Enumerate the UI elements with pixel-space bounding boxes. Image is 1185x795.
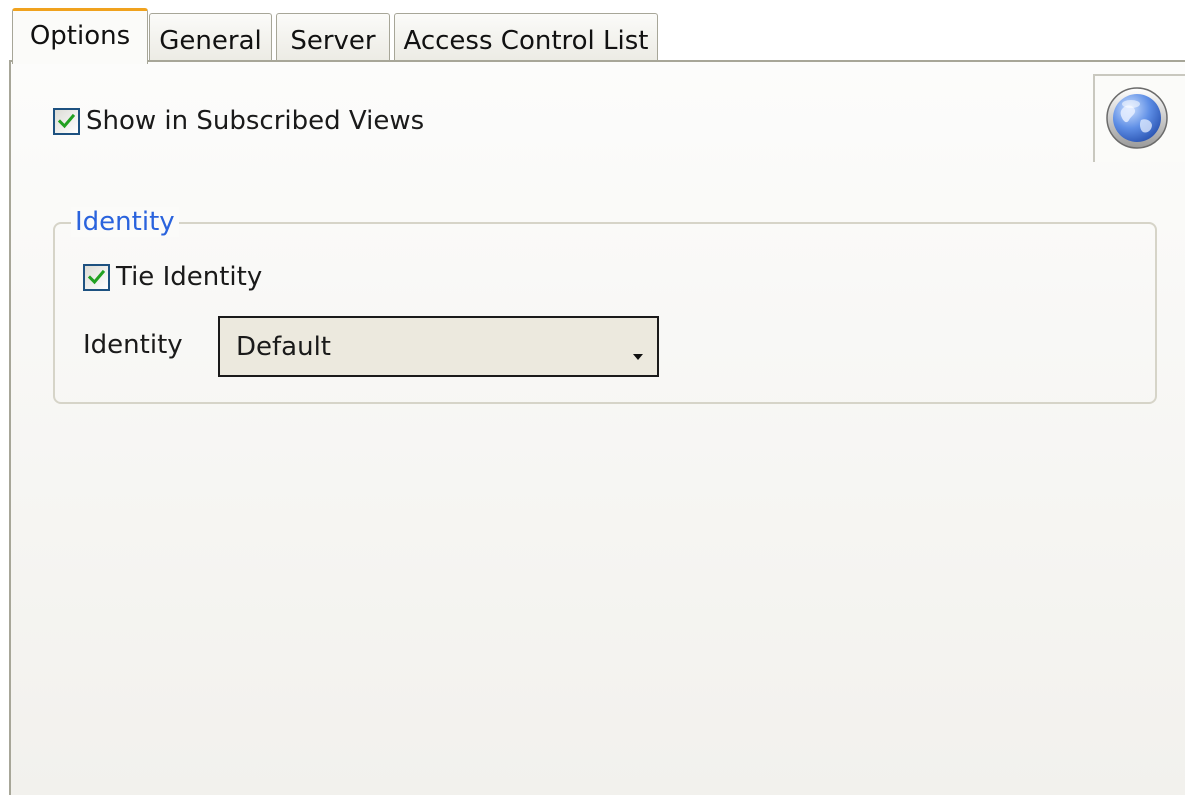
identity-group-title: Identity	[71, 207, 179, 237]
tie-identity-checkbox[interactable]: Tie Identity	[83, 262, 262, 292]
identity-select-value: Default	[236, 332, 331, 362]
tab-general[interactable]: General	[149, 13, 272, 61]
tab-strip: Options General Server Access Control Li…	[0, 0, 1185, 64]
show-in-subscribed-views-label: Show in Subscribed Views	[86, 106, 425, 136]
globe-icon-frame	[1093, 74, 1185, 162]
tab-server[interactable]: Server	[276, 13, 390, 61]
show-in-subscribed-views-checkbox[interactable]: Show in Subscribed Views	[53, 106, 424, 136]
checkbox-box[interactable]	[53, 107, 80, 135]
tab-options[interactable]: Options	[12, 8, 148, 64]
globe-icon	[1106, 87, 1168, 149]
tie-identity-label: Tie Identity	[116, 262, 263, 292]
check-mark-icon	[57, 113, 76, 128]
identity-field-label: Identity	[83, 330, 183, 360]
options-dialog: Options General Server Access Control Li…	[0, 0, 1185, 795]
tab-access-control-list[interactable]: Access Control List	[394, 13, 658, 61]
check-mark-icon	[87, 269, 106, 284]
options-panel: Show in Subscribed Views Identity Tie Id…	[9, 60, 1185, 795]
dropdown-arrow-icon[interactable]	[633, 354, 643, 360]
checkbox-box[interactable]	[83, 263, 110, 291]
identity-select[interactable]: Default	[218, 316, 659, 377]
